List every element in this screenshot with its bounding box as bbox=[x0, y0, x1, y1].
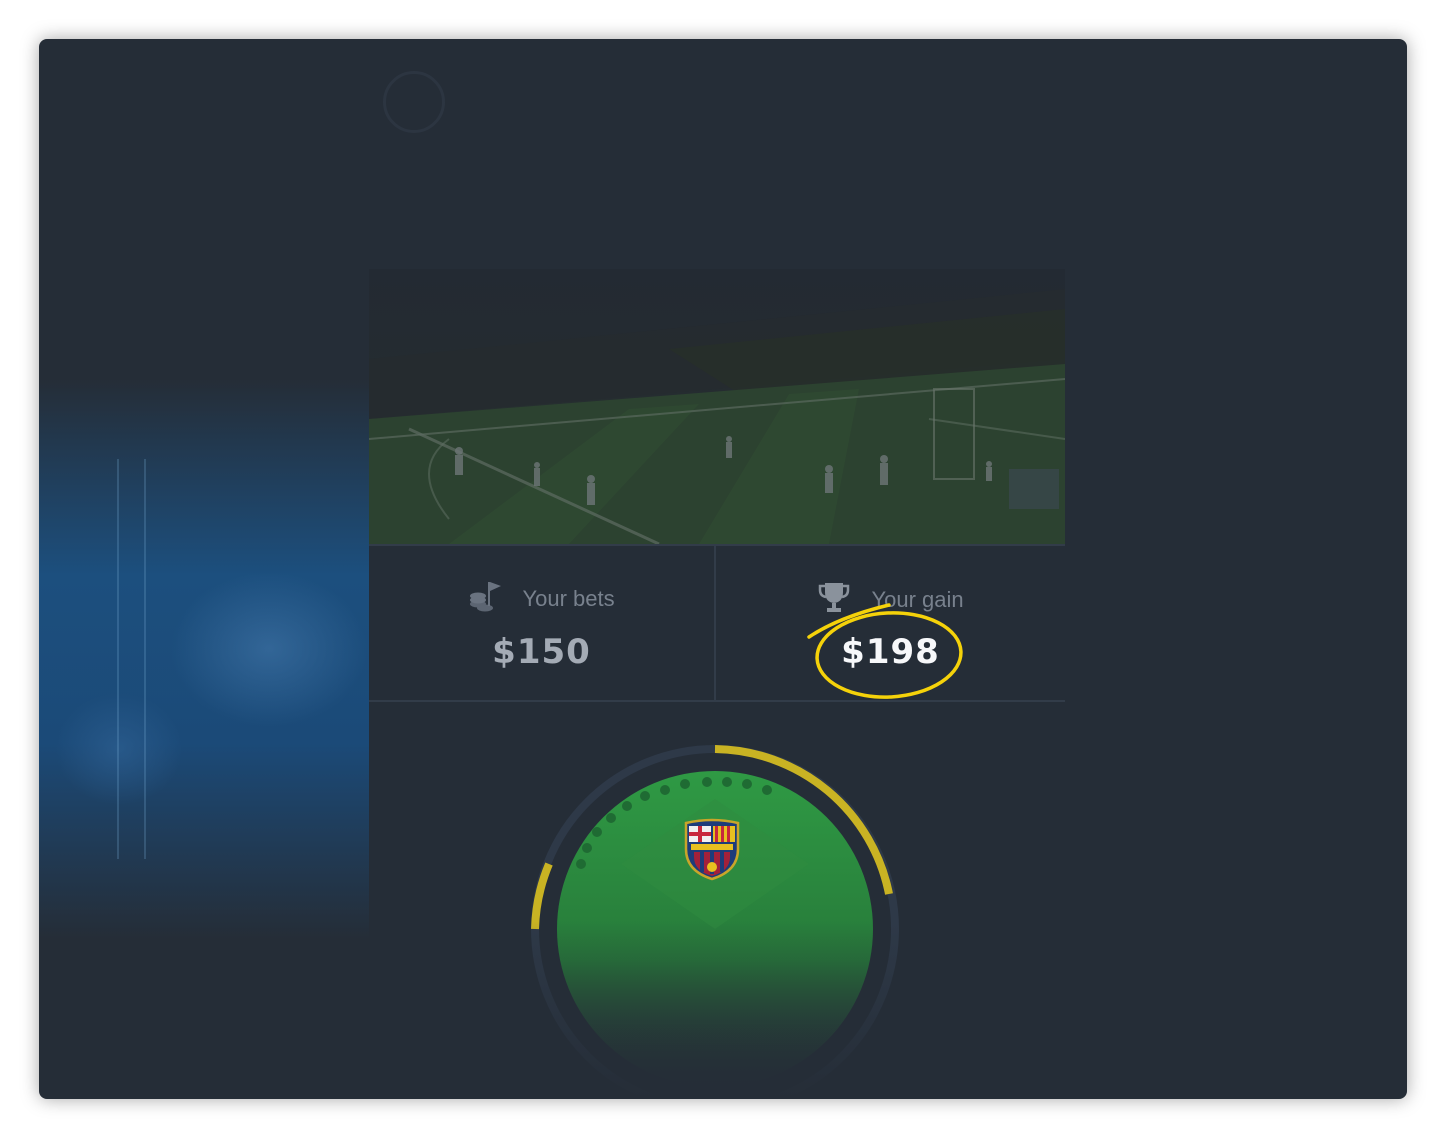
match-video[interactable] bbox=[369, 269, 1065, 544]
bet-panel: Your bets $150 Your gain $198 bbox=[369, 39, 1065, 1099]
football-field-image bbox=[369, 289, 1065, 544]
team-gauge bbox=[369, 704, 1065, 1099]
your-gain-value: $198 bbox=[841, 632, 940, 672]
your-bets-heading: Your bets bbox=[369, 580, 714, 618]
app-window: Your bets $150 Your gain $198 bbox=[39, 39, 1407, 1099]
stadium-lights-background bbox=[39, 379, 369, 939]
your-bets-value: $150 bbox=[492, 632, 591, 672]
coins-flag-icon bbox=[468, 580, 502, 618]
your-gain-panel: Your gain $198 bbox=[717, 546, 1064, 702]
your-bets-panel: Your bets $150 bbox=[369, 546, 716, 702]
trophy-icon bbox=[817, 580, 851, 620]
your-gain-heading: Your gain bbox=[717, 580, 1064, 620]
bet-summary: Your bets $150 Your gain $198 bbox=[369, 544, 1065, 702]
